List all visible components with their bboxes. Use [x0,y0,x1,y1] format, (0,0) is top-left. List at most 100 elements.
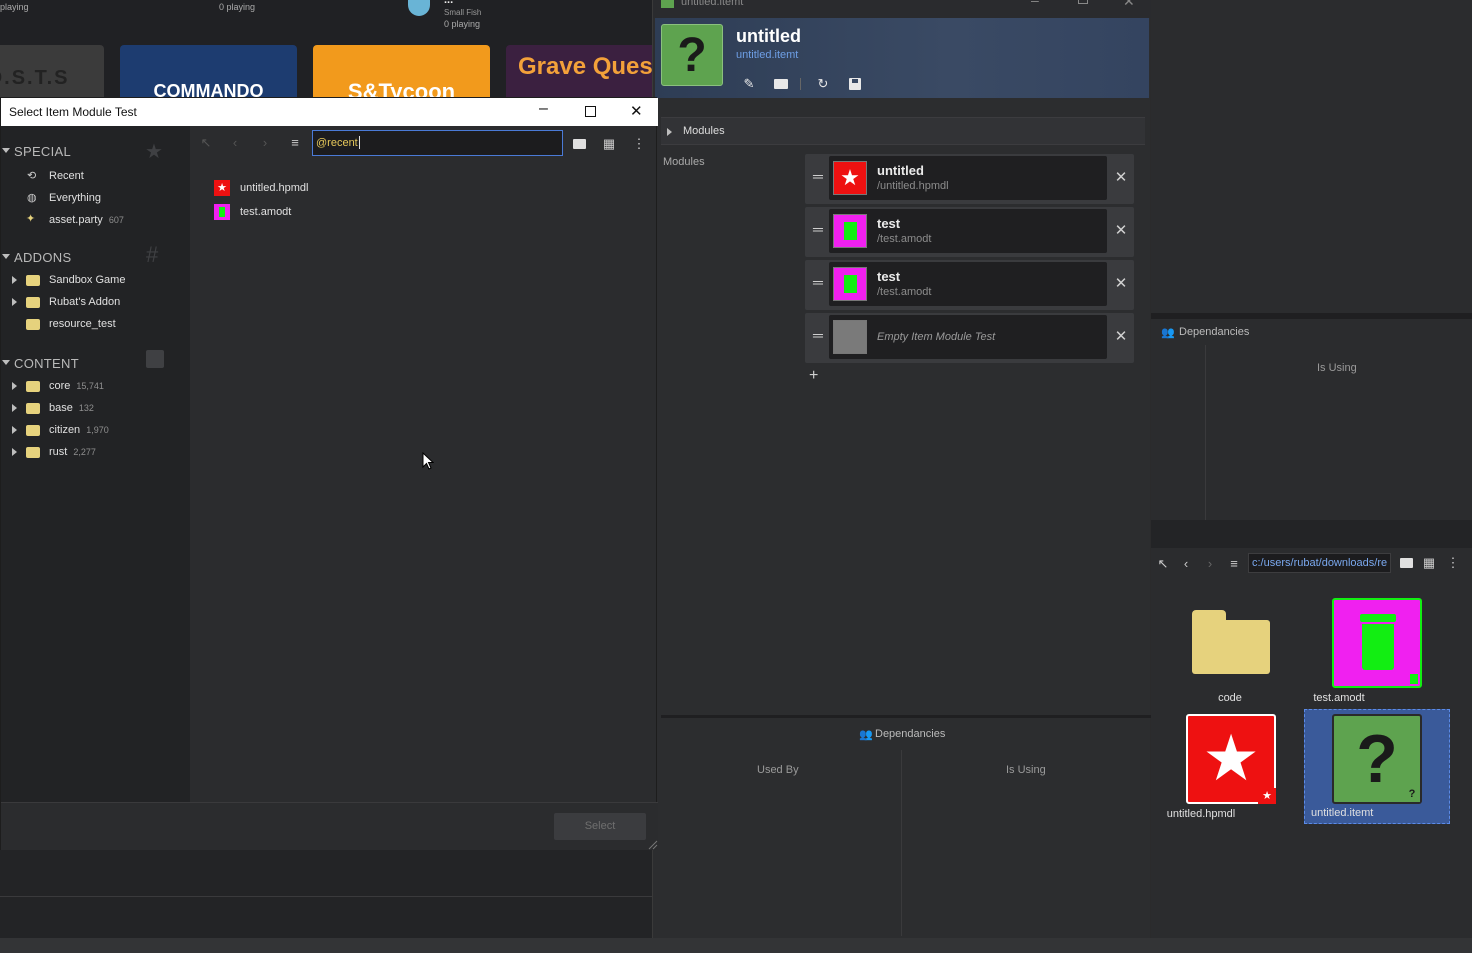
asset-path[interactable]: untitled.itemt [736,49,798,61]
is-using-label: Is Using [1006,764,1046,776]
sidebar-item-recent[interactable]: Recent [49,170,84,182]
expand-arrow-icon[interactable] [12,448,17,456]
remove-icon[interactable]: ✕ [1114,274,1128,292]
playing-count-left: playing [0,2,29,12]
more-options-icon[interactable]: ⋮ [1444,555,1462,571]
people-icon: 👥 [859,729,873,741]
splitter[interactable] [1151,313,1472,319]
expand-arrow-icon[interactable] [12,404,17,412]
module-title: untitled [877,163,924,178]
text-cursor [359,136,360,149]
folder-tile[interactable] [1192,610,1270,674]
tile-label: test.amodt [1313,692,1365,704]
collapse-arrow-icon[interactable] [2,254,10,259]
folder-icon[interactable] [573,139,586,149]
sidebar-item-everything[interactable]: Everything [49,192,101,204]
trash-icon[interactable] [1332,598,1422,688]
sidebar-item-rust[interactable]: rust 2,277 [49,446,96,458]
go-up-icon[interactable]: ↖ [1154,556,1172,572]
modules-section-header[interactable]: Modules [661,117,1145,145]
column-divider [1205,345,1206,520]
module-asset-picker[interactable]: test /test.amodt [829,262,1107,306]
close-button[interactable]: ✕ [630,102,643,120]
tile-label: untitled.hpmdl [1166,808,1236,820]
back-icon[interactable]: ‹ [226,135,244,150]
add-module-button[interactable]: + [809,367,818,385]
remove-icon[interactable]: ✕ [1114,327,1128,345]
pencil-icon[interactable]: ✎ [739,76,759,92]
expand-arrow-icon[interactable] [12,298,17,306]
filter-icon[interactable]: ≡ [286,135,304,150]
file-item[interactable]: untitled.hpmdl [240,182,309,194]
save-icon[interactable] [849,78,861,90]
module-row[interactable]: ═ Empty Item Module Test ✕ [805,313,1134,363]
module-row[interactable]: ═ ★ untitled /untitled.hpmdl ✕ [805,154,1134,204]
sidebar-item-asset-party[interactable]: asset.party 607 [49,214,124,226]
remove-icon[interactable]: ✕ [1114,168,1128,186]
sidebar-item-rubats-addon[interactable]: Rubat's Addon [49,296,120,308]
sidebar-item-citizen[interactable]: citizen 1,970 [49,424,109,436]
module-row[interactable]: ═ test /test.amodt ✕ [805,260,1134,310]
drag-handle-icon[interactable]: ═ [811,327,825,343]
select-button[interactable]: Select [554,813,646,840]
remove-icon[interactable]: ✕ [1114,221,1128,239]
featured-title[interactable]: ... [444,0,453,6]
game-card-ghosts[interactable]: G.O.S.T.S [0,45,104,97]
sidebar-item-base[interactable]: base 132 [49,402,94,414]
drag-handle-icon[interactable]: ═ [811,168,825,184]
sidebar-item-core[interactable]: core 15,741 [49,380,104,392]
featured-avatar[interactable] [408,0,430,16]
module-asset-picker[interactable]: ★ untitled /untitled.hpmdl [829,156,1107,200]
close-button[interactable]: ✕ [1123,0,1135,10]
drag-handle-icon[interactable]: ═ [811,274,825,290]
featured-players: 0 playing [444,19,481,29]
grid-view-icon[interactable]: ▦ [600,136,618,152]
refresh-icon[interactable]: ↻ [813,76,833,92]
folder-icon [1192,620,1270,674]
game-card-grave-quest[interactable]: Grave Ques [506,45,652,97]
sidebar-item-sandbox-game[interactable]: Sandbox Game [49,274,125,286]
collapse-arrow-icon[interactable] [2,360,10,365]
more-options-icon[interactable]: ⋮ [630,136,648,152]
collapse-arrow-icon[interactable] [667,128,672,136]
folder-icon[interactable] [1400,558,1413,568]
forward-icon[interactable]: › [256,135,274,150]
folder-icon[interactable] [774,79,788,89]
minimize-button[interactable]: – [539,100,548,118]
forward-icon[interactable]: › [1201,556,1219,571]
game-card-tycoon[interactable]: S&Tycoon [313,45,490,97]
star-icon: ★ [145,141,163,163]
module-row[interactable]: ═ test /test.amodt ✕ [805,207,1134,257]
go-up-icon[interactable]: ↖ [197,135,215,151]
item-count: 607 [108,215,124,225]
minimize-button[interactable]: – [1031,0,1039,8]
back-icon[interactable]: ‹ [1177,556,1195,571]
maximize-button[interactable] [1078,0,1088,4]
grid-view-icon[interactable]: ▦ [1420,555,1438,571]
module-asset-picker[interactable]: test /test.amodt [829,209,1107,253]
module-asset-picker[interactable]: Empty Item Module Test [829,315,1107,359]
expand-arrow-icon[interactable] [12,276,17,284]
file-item[interactable]: test.amodt [240,206,291,218]
resize-grip-icon[interactable] [646,838,658,850]
sidebar-item-resource-test[interactable]: resource_test [49,318,116,330]
selected-tile[interactable]: ? ? untitled.itemt [1304,709,1450,824]
column-divider [901,750,902,936]
splitter[interactable] [661,715,1151,718]
search-input[interactable]: @recent [312,130,563,156]
drag-handle-icon[interactable]: ═ [811,221,825,237]
module-path: /test.amodt [877,233,932,245]
dialog-titlebar: Select Item Module Test – ✕ [1,98,658,126]
expand-arrow-icon[interactable] [12,382,17,390]
collapse-arrow-icon[interactable] [2,148,10,153]
expand-arrow-icon[interactable] [12,426,17,434]
star-icon[interactable]: ★ ★ [1186,714,1276,804]
dialog-title: Select Item Module Test [9,105,137,119]
maximize-button[interactable] [585,106,596,117]
item-editor-titlebar: untitled.itemt – ✕ [653,0,1151,18]
game-card-commando[interactable]: COMMANDO [120,45,297,97]
path-input[interactable]: c:/users/rubat/downloads/re [1248,553,1391,573]
filter-icon[interactable]: ≡ [1225,556,1243,571]
module-path: /test.amodt [877,286,932,298]
status-strip [0,938,1472,953]
